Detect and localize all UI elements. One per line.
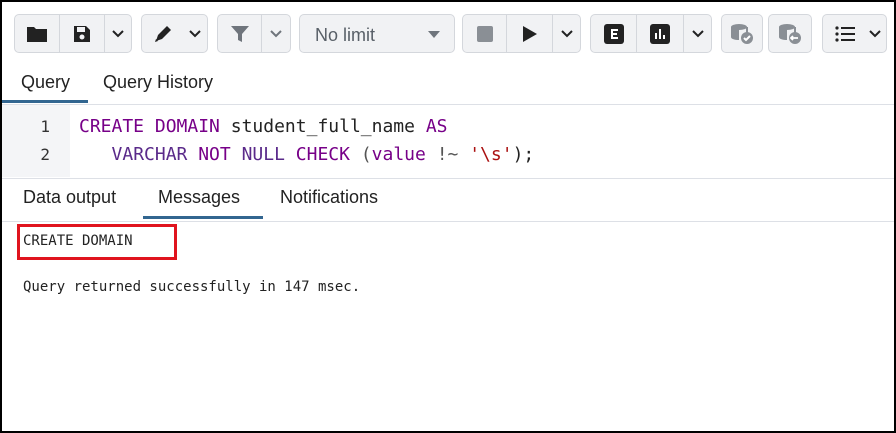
- tab-query-history[interactable]: Query History: [103, 72, 213, 93]
- keyword: NULL: [241, 144, 285, 165]
- filter-icon: [230, 25, 249, 42]
- chevron-down-icon: [112, 29, 124, 37]
- save-button[interactable]: [60, 15, 104, 52]
- chevron-down-icon: [188, 29, 201, 37]
- code-line-2: VARCHAR NOT NULL CHECK (value !~ '\s');: [79, 144, 535, 165]
- string-literal: '\s': [469, 144, 513, 165]
- paren: (: [360, 144, 372, 165]
- active-tab-indicator: [2, 100, 88, 103]
- row-limit-select[interactable]: No limit: [299, 14, 455, 53]
- status-message: Query returned successfully in 147 msec.: [23, 279, 361, 295]
- save-dropdown-button[interactable]: [105, 15, 131, 52]
- edit-pen-icon: [154, 25, 171, 42]
- caret-down-icon: [428, 31, 440, 38]
- keyword: DOMAIN: [154, 116, 220, 137]
- commit-button[interactable]: [721, 14, 763, 53]
- keyword: CREATE: [79, 116, 145, 137]
- code-line-1: CREATE DOMAIN student_full_name AS: [79, 116, 448, 137]
- chevron-down-icon: [270, 29, 282, 37]
- tab-messages[interactable]: Messages: [158, 187, 240, 208]
- execute-button[interactable]: [507, 15, 552, 52]
- keyword: NOT: [198, 144, 231, 165]
- save-icon: [74, 25, 91, 42]
- macros-icon: [834, 25, 855, 42]
- chevron-down-icon: [561, 29, 573, 37]
- macros-button[interactable]: [822, 14, 887, 53]
- active-tab-indicator: [143, 216, 263, 219]
- line-number: 1: [40, 117, 50, 136]
- query-tabs: Query Query History: [2, 64, 894, 105]
- sql-editor[interactable]: 1 2 CREATE DOMAIN student_full_name AS V…: [2, 105, 894, 177]
- tab-data-output[interactable]: Data output: [23, 187, 116, 208]
- query-tool-window: No limit Query Query History 1 2 CREATE …: [0, 0, 896, 433]
- toolbar: No limit: [2, 2, 894, 64]
- filter-button[interactable]: [218, 15, 261, 52]
- tab-notifications[interactable]: Notifications: [280, 187, 378, 208]
- edit-button-group[interactable]: [141, 14, 208, 53]
- open-file-button[interactable]: [15, 15, 59, 52]
- keyword: AS: [425, 116, 448, 137]
- explain-analyze-button[interactable]: [637, 15, 683, 52]
- line-number-gutter: 1 2: [2, 105, 70, 177]
- identifier: student_full_name: [230, 116, 415, 137]
- explain-dropdown-button[interactable]: [684, 15, 711, 52]
- filter-dropdown-button[interactable]: [262, 15, 290, 52]
- rollback-button[interactable]: [768, 14, 812, 53]
- explain-button-group: [590, 14, 712, 53]
- chevron-down-icon: [691, 29, 704, 37]
- commit-icon: [731, 23, 753, 44]
- keyword: CHECK: [295, 144, 350, 165]
- result-tabs: Data output Messages Notifications: [2, 178, 894, 222]
- folder-icon: [27, 26, 48, 42]
- rollback-icon: [779, 23, 801, 44]
- explain-analyze-icon: [650, 23, 670, 44]
- row-limit-value: No limit: [315, 25, 376, 45]
- play-icon: [522, 25, 537, 42]
- stop-icon: [476, 25, 493, 42]
- execute-dropdown-button[interactable]: [553, 15, 580, 52]
- type-keyword: VARCHAR: [111, 144, 188, 165]
- line-number: 2: [40, 145, 50, 164]
- execute-button-group: [462, 14, 581, 53]
- filter-button-group: [217, 14, 291, 53]
- tab-query[interactable]: Query: [21, 72, 70, 93]
- operator: !~: [436, 144, 459, 165]
- chevron-down-icon: [868, 29, 881, 37]
- stop-button[interactable]: [463, 15, 506, 52]
- identifier: value: [371, 144, 426, 165]
- explain-icon: [603, 23, 624, 44]
- highlight-annotation: [17, 224, 177, 260]
- paren: );: [512, 144, 535, 165]
- file-button-group: [14, 14, 132, 53]
- explain-button[interactable]: [591, 15, 636, 52]
